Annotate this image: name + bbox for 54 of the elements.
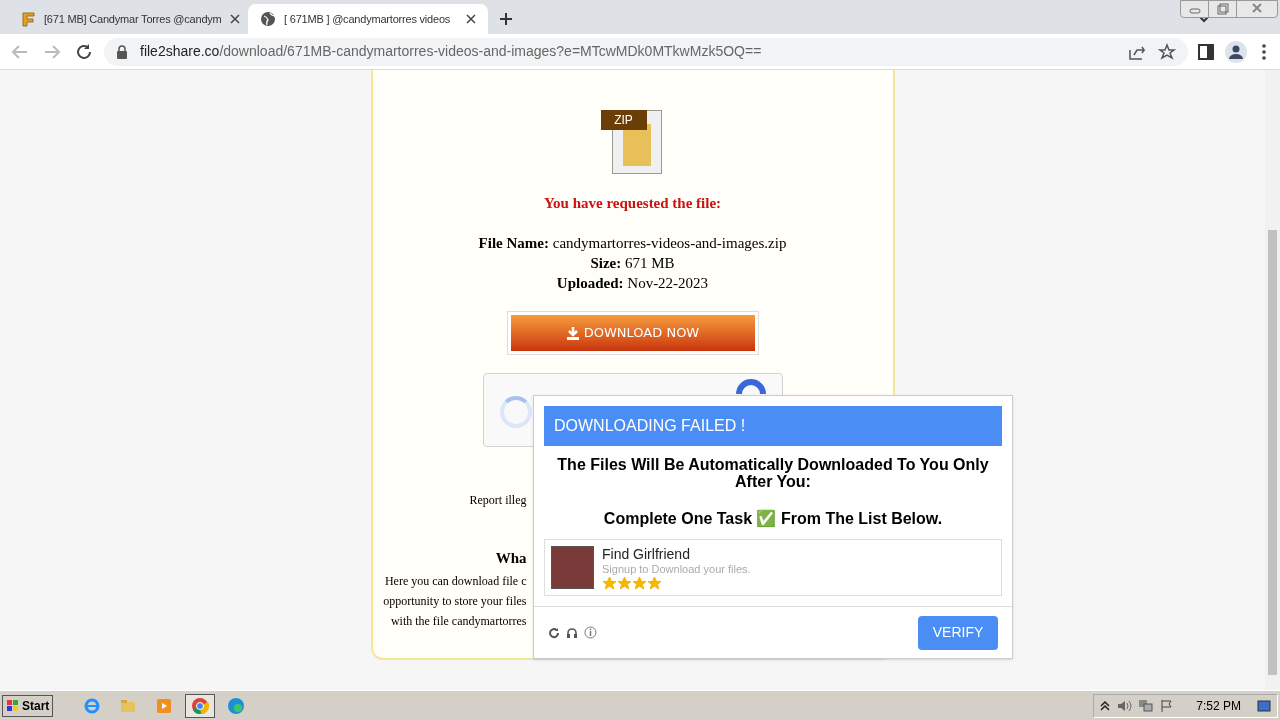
requested-heading: You have requested the file: bbox=[543, 194, 722, 213]
star-icon bbox=[647, 575, 662, 590]
media-player-icon bbox=[155, 696, 174, 715]
star-icon bbox=[602, 575, 617, 590]
info-icon[interactable] bbox=[584, 626, 597, 639]
close-icon[interactable] bbox=[466, 14, 476, 24]
close-icon[interactable] bbox=[229, 14, 240, 24]
star-icon bbox=[617, 575, 632, 590]
popup-message: The Files Will Be Automatically Downloaded To You Only After You: bbox=[556, 456, 990, 490]
speaker-icon[interactable] bbox=[1116, 698, 1133, 713]
chevron-up-icon[interactable] bbox=[1100, 700, 1111, 711]
browser-tab[interactable]: [ 671MB ] @candymartorres videos bbox=[248, 4, 488, 34]
paragraph-line: with the file candymartorres bbox=[390, 613, 527, 629]
report-link-text[interactable]: Report illeg bbox=[469, 490, 527, 509]
show-desktop-icon[interactable] bbox=[1257, 699, 1271, 712]
offer-title: Find Girlfriend bbox=[602, 545, 691, 562]
popup-title: DOWNLOADING FAILED ! bbox=[544, 406, 1002, 446]
ie-logo-icon bbox=[83, 696, 102, 715]
network-icon[interactable] bbox=[1138, 698, 1155, 713]
lock-icon bbox=[116, 44, 128, 59]
file-detail: File Name: candymartorres-videos-and-images.zip bbox=[478, 233, 787, 253]
url-text: file2share.co/download/671MB-candymartorres-videos-and-images?e=MTcwMDk0MTkwMzk5OQ== bbox=[140, 42, 763, 61]
headphones-icon[interactable] bbox=[566, 626, 578, 639]
browser-tab[interactable]: [671 MB] Candymar Torres @candym bbox=[8, 4, 248, 34]
recaptcha-logo-icon bbox=[735, 377, 766, 394]
favicon-icon bbox=[20, 11, 36, 27]
photo-placeholder bbox=[551, 546, 594, 589]
clock-text: 7:52 PM bbox=[1196, 697, 1241, 715]
offer-item[interactable]: Find Girlfriend Signup to Download your files. bbox=[544, 539, 1002, 596]
paragraph-line: Here you can download file c bbox=[384, 573, 527, 589]
tab-title: [671 MB] Candymar Torres @candym bbox=[44, 11, 222, 27]
side-panel-icon[interactable] bbox=[1196, 41, 1216, 62]
profile-avatar-icon[interactable] bbox=[1224, 39, 1248, 64]
address-bar[interactable]: file2share.co/download/671MB-candymartorres-videos-and-images?e=MTcwMDk0MTkwMzk5OQ== bbox=[104, 37, 1188, 66]
offer-subtitle: Signup to Download your files. bbox=[602, 561, 751, 576]
tab-title: [ 671MB ] @candymartorres videos bbox=[284, 11, 452, 27]
download-icon bbox=[565, 325, 580, 340]
scrollbar[interactable] bbox=[1265, 70, 1280, 690]
globe-icon bbox=[260, 11, 276, 27]
popup-instruction: Complete One Task ✅ From The List Below. bbox=[602, 508, 944, 529]
file-detail: Uploaded: Nov-22-2023 bbox=[556, 273, 709, 293]
start-button[interactable]: Start bbox=[2, 694, 54, 717]
chrome-logo-icon bbox=[191, 696, 210, 715]
flag-icon[interactable] bbox=[1160, 698, 1175, 713]
file-detail: Size: 671 MB bbox=[590, 253, 675, 273]
star-icon bbox=[632, 575, 647, 590]
plus-icon[interactable] bbox=[499, 12, 513, 26]
paragraph-line: opportunity to store your files bbox=[383, 593, 527, 609]
taskbar-app[interactable] bbox=[185, 693, 216, 718]
edge-logo-icon bbox=[227, 696, 246, 715]
star-icon[interactable] bbox=[1158, 42, 1176, 61]
section-heading: Wha bbox=[495, 548, 527, 568]
refresh-icon[interactable] bbox=[548, 626, 560, 639]
windows-logo-icon bbox=[6, 698, 20, 713]
